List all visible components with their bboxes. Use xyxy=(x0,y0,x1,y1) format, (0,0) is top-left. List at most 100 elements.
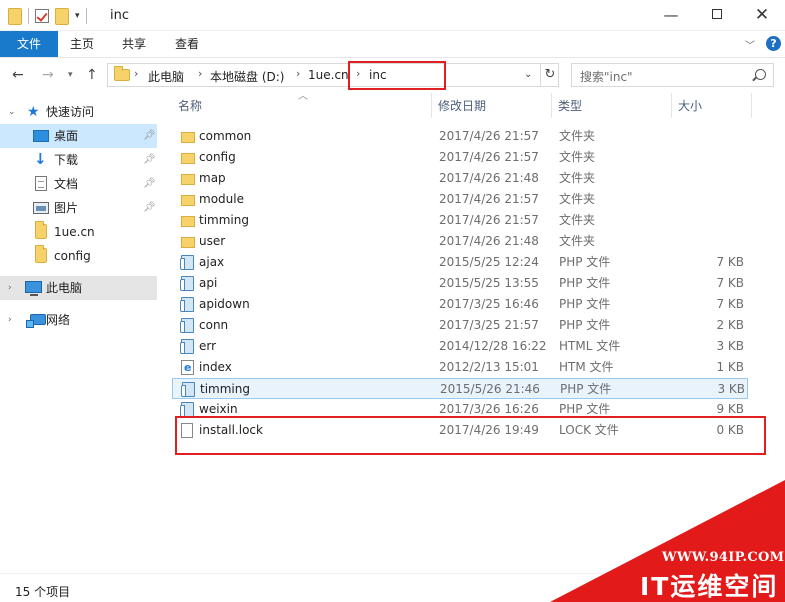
maximize-button[interactable] xyxy=(694,0,740,31)
file-row[interactable]: conn 2017/3/25 21:57 PHP 文件 2 KB xyxy=(172,315,748,336)
forward-arrow-icon[interactable]: → xyxy=(42,67,54,83)
file-date: 2012/2/13 15:01 xyxy=(439,360,539,374)
file-row[interactable]: ajax 2015/5/25 12:24 PHP 文件 7 KB xyxy=(172,252,748,273)
file-row[interactable]: index 2012/2/13 15:01 HTM 文件 1 KB xyxy=(172,357,748,378)
address-bar[interactable]: › 此电脑 › 本地磁盘 (D:) › 1ue.cn › inc ⌄ ↻ xyxy=(107,63,559,87)
chevron-right-icon[interactable]: › xyxy=(8,276,12,300)
file-date: 2017/4/26 21:48 xyxy=(439,234,539,248)
back-arrow-icon[interactable]: ← xyxy=(12,67,24,83)
file-name: apidown xyxy=(199,297,250,311)
sidebar-item-network[interactable]: › 网络 xyxy=(0,308,157,332)
file-type: 文件夹 xyxy=(559,171,596,185)
help-icon[interactable]: ? xyxy=(766,36,781,51)
picture-icon xyxy=(33,202,49,214)
column-header-name[interactable]: 名称 xyxy=(178,93,202,119)
breadcrumb-this-pc[interactable]: 此电脑 xyxy=(148,68,184,85)
file-row[interactable]: api 2015/5/25 13:55 PHP 文件 7 KB xyxy=(172,273,748,294)
maximize-icon xyxy=(712,9,722,19)
file-type: PHP 文件 xyxy=(559,297,611,311)
file-date: 2015/5/25 12:24 xyxy=(439,255,539,269)
up-arrow-icon[interactable]: ↑ xyxy=(86,67,98,83)
recent-locations-icon[interactable]: ▾ xyxy=(68,70,73,80)
expand-ribbon-icon[interactable]: ﹀ xyxy=(745,37,755,52)
sidebar-item-pictures[interactable]: 图片 📌︎ xyxy=(0,196,157,220)
pin-icon[interactable]: 📌︎ xyxy=(143,196,156,220)
sidebar-item-1ue-cn[interactable]: 1ue.cn xyxy=(0,220,157,244)
close-button[interactable]: ✕ xyxy=(739,0,785,31)
sidebar-item-downloads[interactable]: ↓ 下载 📌︎ xyxy=(0,148,157,172)
search-input[interactable]: 搜索"inc" xyxy=(580,68,633,85)
ribbon: 文件 主页 共享 查看 ﹀ ? xyxy=(0,31,785,58)
folder-icon[interactable] xyxy=(8,7,22,25)
watermark-url: WWW.94IP.COM xyxy=(662,550,785,565)
properties-icon[interactable] xyxy=(35,9,49,23)
tab-home[interactable]: 主页 xyxy=(58,31,106,57)
new-folder-icon[interactable] xyxy=(55,7,69,25)
breadcrumb-1ue-cn[interactable]: 1ue.cn xyxy=(308,68,349,82)
column-divider[interactable] xyxy=(551,93,552,118)
item-count: 15 个项目 xyxy=(15,585,71,599)
file-size: 7 KB xyxy=(716,255,744,269)
sidebar-item-config[interactable]: config xyxy=(0,244,157,268)
pin-icon[interactable]: 📌︎ xyxy=(143,148,156,172)
minimize-button[interactable]: — xyxy=(648,0,694,31)
download-icon: ↓ xyxy=(34,150,47,168)
chevron-down-icon[interactable]: ⌄ xyxy=(524,69,532,80)
chevron-right-icon[interactable]: › xyxy=(134,67,138,80)
sidebar-item-desktop[interactable]: 桌面 📌︎ xyxy=(0,124,157,148)
column-divider[interactable] xyxy=(431,93,432,118)
breadcrumb-local-disk[interactable]: 本地磁盘 (D:) xyxy=(210,68,284,85)
folder-icon xyxy=(181,153,195,164)
search-box[interactable]: 搜索"inc" xyxy=(571,63,774,87)
watermark-brand: IT运维空间 xyxy=(640,572,779,601)
file-type: 文件夹 xyxy=(559,129,596,143)
sidebar-item-this-pc[interactable]: › 此电脑 xyxy=(0,276,157,300)
file-row[interactable]: user 2017/4/26 21:48 文件夹 xyxy=(172,231,748,252)
file-date: 2017/3/25 16:46 xyxy=(439,297,539,311)
file-row[interactable]: timming 2015/5/26 21:46 PHP 文件 3 KB xyxy=(172,378,748,399)
customize-toolbar-icon[interactable]: ▾ xyxy=(75,11,80,21)
file-row[interactable]: common 2017/4/26 21:57 文件夹 xyxy=(172,126,748,147)
highlight-box-install-lock xyxy=(175,416,766,455)
file-type: PHP 文件 xyxy=(559,318,611,332)
pin-icon[interactable]: 📌︎ xyxy=(143,124,156,148)
file-name: timming xyxy=(199,213,249,227)
php-file-icon xyxy=(180,339,194,354)
column-divider[interactable] xyxy=(671,93,672,118)
file-date: 2014/12/28 16:22 xyxy=(439,339,547,353)
file-name: conn xyxy=(199,318,229,332)
file-row[interactable]: config 2017/4/26 21:57 文件夹 xyxy=(172,147,748,168)
tab-share[interactable]: 共享 xyxy=(110,31,158,57)
chevron-down-icon[interactable]: ⌄ xyxy=(8,100,16,124)
title-bar: ▾ inc — ✕ xyxy=(0,0,785,31)
file-date: 2017/4/26 21:57 xyxy=(439,150,539,164)
tab-view[interactable]: 查看 xyxy=(163,31,211,57)
column-header-type[interactable]: 类型 xyxy=(558,93,582,119)
chevron-right-icon[interactable]: › xyxy=(8,308,12,332)
file-row[interactable]: module 2017/4/26 21:57 文件夹 xyxy=(172,189,748,210)
folder-icon xyxy=(35,221,47,239)
file-row[interactable]: err 2014/12/28 16:22 HTML 文件 3 KB xyxy=(172,336,748,357)
file-size: 7 KB xyxy=(716,276,744,290)
chevron-right-icon[interactable]: › xyxy=(198,67,202,80)
toolbar-divider xyxy=(28,8,29,24)
tab-file[interactable]: 文件 xyxy=(0,31,58,57)
chevron-right-icon[interactable]: › xyxy=(296,67,300,80)
column-header-size[interactable]: 大小 xyxy=(678,93,702,119)
search-icon[interactable] xyxy=(755,69,766,80)
file-row[interactable]: map 2017/4/26 21:48 文件夹 xyxy=(172,168,748,189)
file-name: ajax xyxy=(199,255,225,269)
folder-icon xyxy=(181,237,195,248)
sidebar-item-documents[interactable]: 文档 📌︎ xyxy=(0,172,157,196)
file-row[interactable]: timming 2017/4/26 21:57 文件夹 xyxy=(172,210,748,231)
refresh-icon[interactable]: ↻ xyxy=(540,64,559,86)
column-divider[interactable] xyxy=(751,93,752,118)
folder-icon xyxy=(181,216,195,227)
sidebar-item-quick-access[interactable]: ⌄ ★ 快速访问 xyxy=(0,100,157,124)
file-row[interactable]: apidown 2017/3/25 16:46 PHP 文件 7 KB xyxy=(172,294,748,315)
pin-icon[interactable]: 📌︎ xyxy=(143,172,156,196)
sidebar-item-label: 网络 xyxy=(46,313,71,327)
file-name: module xyxy=(199,192,244,206)
column-header-date[interactable]: 修改日期 xyxy=(438,93,486,119)
file-name: api xyxy=(199,276,218,290)
